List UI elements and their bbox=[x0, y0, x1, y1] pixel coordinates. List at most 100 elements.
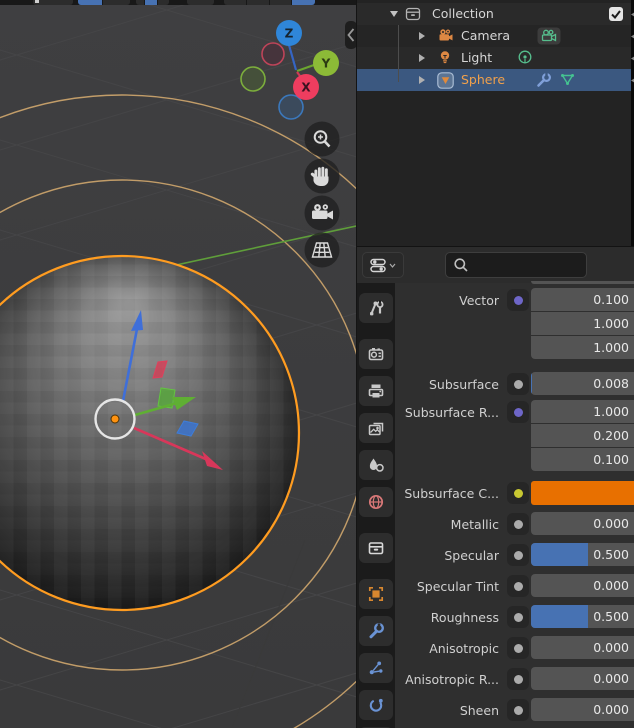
outliner-item-label[interactable]: Collection bbox=[432, 6, 494, 21]
properties-header bbox=[357, 247, 634, 283]
disclosure-right-icon[interactable] bbox=[419, 54, 425, 62]
nav-axis-x-neg[interactable] bbox=[262, 43, 284, 65]
tab-output[interactable] bbox=[359, 376, 393, 406]
outliner-tree-line bbox=[398, 25, 399, 82]
collection-checkbox[interactable] bbox=[609, 7, 623, 21]
chevron-down-icon bbox=[389, 263, 396, 268]
prop-label: Metallic bbox=[395, 513, 499, 536]
viewport-header-cutoff bbox=[0, 0, 356, 5]
outliner-item-label[interactable]: Camera bbox=[461, 28, 510, 43]
header-tick bbox=[35, 0, 39, 3]
prop-socket-toggle[interactable] bbox=[507, 482, 529, 504]
color-swatch[interactable] bbox=[531, 481, 634, 505]
prop-socket-toggle[interactable] bbox=[507, 513, 529, 535]
header-button[interactable] bbox=[187, 0, 214, 5]
value-slider[interactable]: 0.000 bbox=[531, 636, 634, 659]
value-slider[interactable]: 0.000 bbox=[531, 574, 634, 597]
header-button-active[interactable] bbox=[145, 0, 157, 5]
prop-socket-toggle[interactable] bbox=[507, 606, 529, 628]
prop-socket-toggle[interactable] bbox=[507, 575, 529, 597]
header-button[interactable] bbox=[270, 0, 291, 5]
scene-icon bbox=[367, 456, 385, 474]
header-button[interactable] bbox=[136, 0, 144, 5]
value-field[interactable]: 1.000 bbox=[531, 312, 634, 335]
tab-modifiers[interactable] bbox=[359, 616, 393, 646]
header-button-active[interactable] bbox=[78, 0, 102, 5]
zoom-button[interactable] bbox=[305, 122, 340, 157]
header-button[interactable] bbox=[103, 0, 130, 5]
modifiers-icon bbox=[367, 622, 385, 640]
3d-viewport[interactable]: Z Y X bbox=[0, 0, 356, 728]
prop-label: Specular Tint bbox=[395, 575, 499, 598]
outliner-editor: Collection Camera Light Sphere bbox=[357, 0, 634, 246]
prop-socket-toggle[interactable] bbox=[507, 289, 529, 311]
cutoff-field bbox=[531, 281, 634, 284]
tab-render[interactable] bbox=[359, 339, 393, 369]
header-button[interactable] bbox=[247, 0, 269, 5]
value-slider[interactable]: 0.008 bbox=[531, 372, 634, 395]
tab-tool[interactable] bbox=[359, 293, 393, 323]
value-slider[interactable]: 0.000 bbox=[531, 698, 634, 721]
outliner-item-label[interactable]: Sphere bbox=[461, 72, 505, 87]
output-icon bbox=[367, 382, 385, 400]
header-button[interactable] bbox=[158, 0, 169, 5]
properties-editor-icon bbox=[370, 257, 387, 274]
search-input[interactable] bbox=[445, 252, 587, 278]
nav-axis-z-neg[interactable] bbox=[279, 95, 303, 119]
value-slider[interactable]: 0.000 bbox=[531, 512, 634, 535]
disclosure-down-icon[interactable] bbox=[390, 11, 398, 17]
camera-view-button[interactable] bbox=[305, 196, 340, 231]
header-button[interactable] bbox=[33, 0, 73, 5]
header-button-active[interactable] bbox=[292, 0, 315, 5]
light-data-icon[interactable] bbox=[517, 50, 533, 69]
header-button[interactable] bbox=[224, 0, 246, 5]
world-icon bbox=[367, 493, 385, 511]
prop-socket-toggle[interactable] bbox=[507, 699, 529, 721]
value-field[interactable]: 0.100 bbox=[531, 448, 634, 471]
prop-socket-toggle[interactable] bbox=[507, 668, 529, 690]
right-panel: Collection Camera Light Sphere bbox=[356, 0, 634, 728]
value-slider[interactable]: 0.500 bbox=[531, 605, 634, 628]
outliner-item-label[interactable]: Light bbox=[461, 50, 492, 65]
ortho-grid-button[interactable] bbox=[305, 233, 340, 268]
nav-x-label: X bbox=[301, 81, 311, 95]
value-field[interactable]: 1.000 bbox=[531, 400, 634, 423]
properties-editor: Vector0.1001.0001.000Subsurface0.008Subs… bbox=[357, 246, 634, 728]
tab-collection[interactable] bbox=[359, 533, 393, 563]
disclosure-right-icon[interactable] bbox=[419, 76, 425, 84]
prop-socket-toggle[interactable] bbox=[507, 544, 529, 566]
physics-icon bbox=[367, 696, 385, 714]
tab-world[interactable] bbox=[359, 487, 393, 517]
tab-particles[interactable] bbox=[359, 653, 393, 683]
tab-object[interactable] bbox=[359, 579, 393, 609]
tab-view-layer[interactable] bbox=[359, 413, 393, 443]
object-icon bbox=[367, 585, 385, 603]
modifier-wrench-icon[interactable] bbox=[535, 72, 552, 92]
mesh-data-icon[interactable] bbox=[559, 72, 576, 90]
nav-axis-y-neg[interactable] bbox=[241, 67, 265, 91]
outliner-row-collection[interactable]: Collection bbox=[357, 3, 634, 25]
render-icon bbox=[367, 345, 385, 363]
value-field[interactable]: 1.000 bbox=[531, 336, 634, 359]
disclosure-right-icon[interactable] bbox=[419, 32, 425, 40]
value-slider[interactable]: 0.500 bbox=[531, 543, 634, 566]
value-field[interactable]: 0.200 bbox=[531, 424, 634, 447]
view-layer-icon bbox=[367, 419, 385, 437]
prop-socket-toggle[interactable] bbox=[507, 373, 529, 395]
prop-label: Vector bbox=[395, 289, 499, 312]
value-field[interactable]: 0.100 bbox=[531, 288, 634, 311]
tab-physics[interactable] bbox=[359, 690, 393, 720]
tool-icon bbox=[367, 299, 385, 317]
blender-window: Z Y X bbox=[0, 0, 634, 728]
sidebar-collapse-tab[interactable] bbox=[345, 21, 356, 49]
properties-tab-column bbox=[357, 283, 395, 728]
prop-socket-toggle[interactable] bbox=[507, 637, 529, 659]
tab-scene[interactable] bbox=[359, 450, 393, 480]
prop-label: Subsurface C... bbox=[395, 482, 499, 505]
prop-socket-toggle[interactable] bbox=[507, 401, 529, 423]
editor-type-button[interactable] bbox=[362, 252, 404, 278]
search-icon bbox=[453, 257, 469, 273]
pan-button[interactable] bbox=[305, 159, 340, 194]
value-slider[interactable]: 0.000 bbox=[531, 667, 634, 690]
camera-data-icon[interactable] bbox=[537, 27, 561, 48]
